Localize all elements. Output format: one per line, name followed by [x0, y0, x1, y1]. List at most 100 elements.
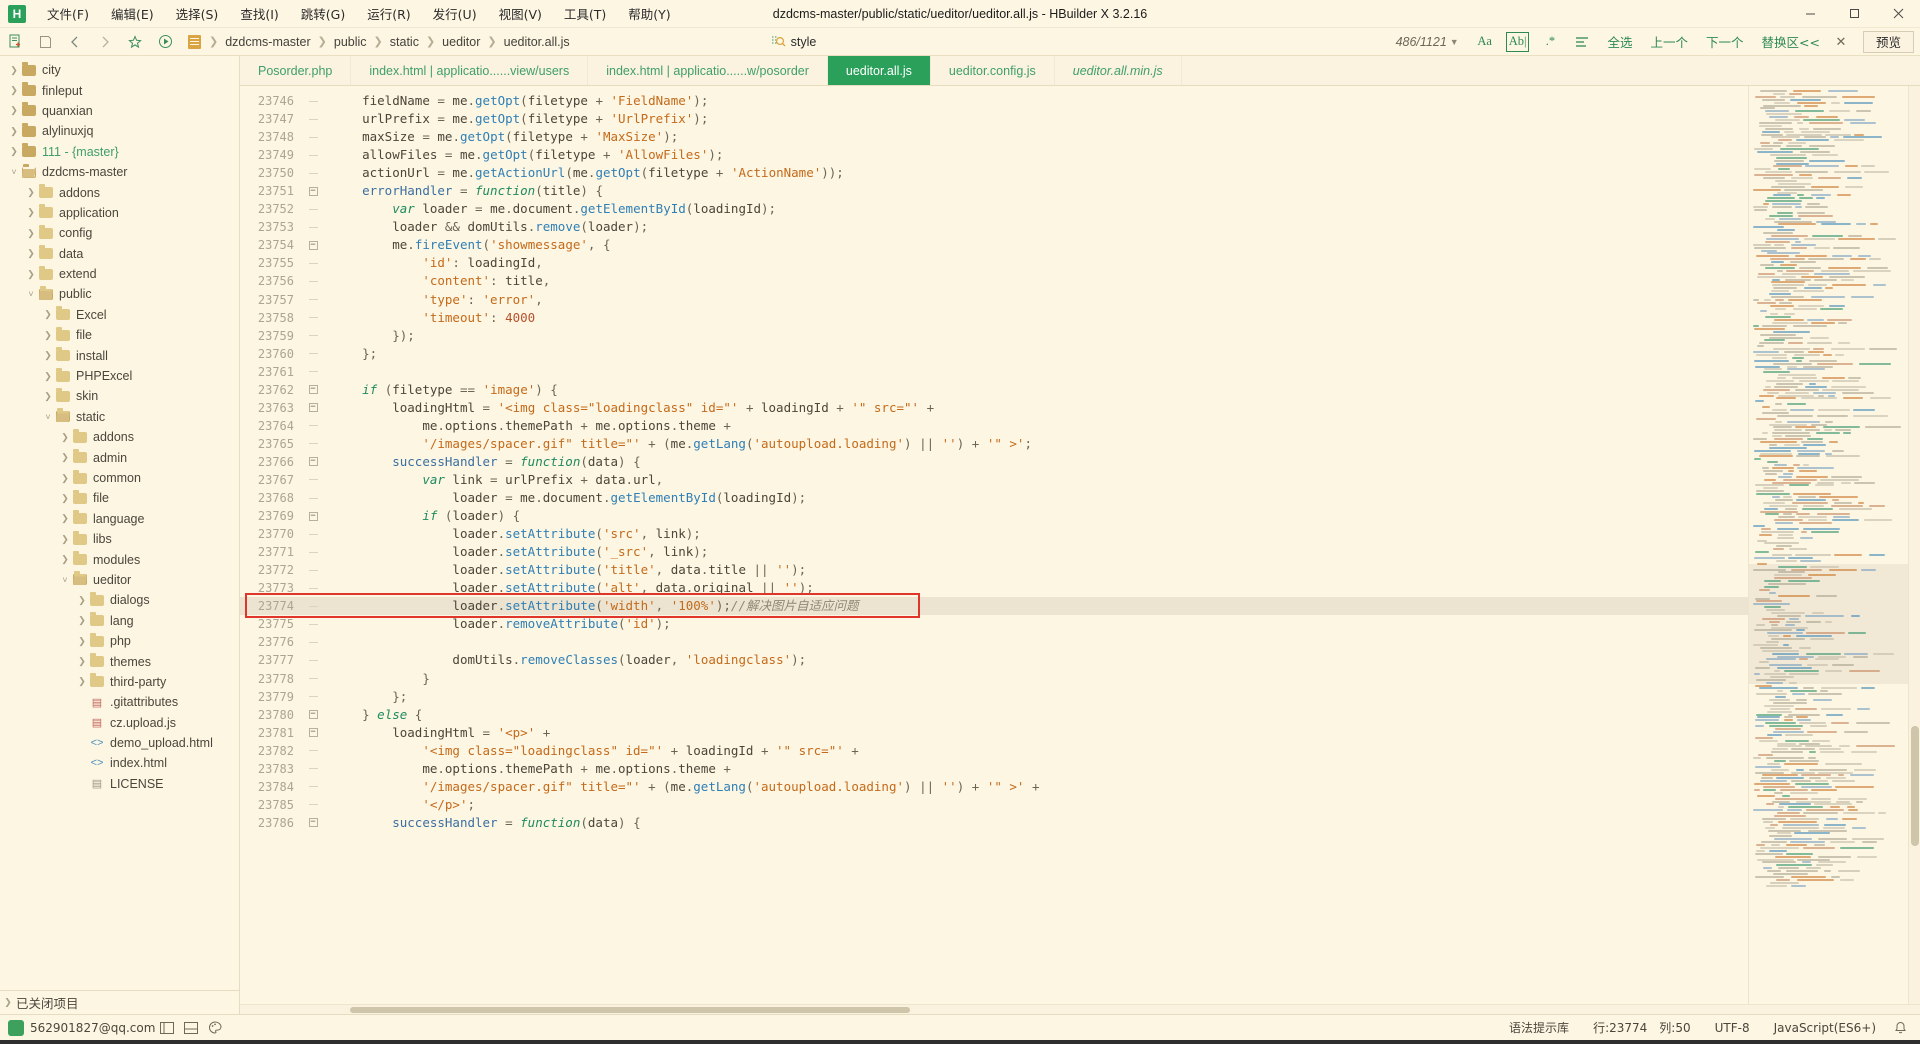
chevron-right-icon[interactable]: ❯ — [40, 309, 56, 320]
tree-item-index-html[interactable]: ❯<>index.html — [0, 753, 239, 773]
search-in-selection-icon[interactable] — [1571, 32, 1593, 52]
menu-item-select[interactable]: 选择(S) — [165, 0, 230, 27]
tree-item-install[interactable]: ❯ install — [0, 345, 239, 365]
fold-toggle[interactable]: − — [302, 814, 324, 832]
code-line[interactable]: loadingHtml = '<img class="loadingclass"… — [324, 399, 1748, 417]
new-file-icon[interactable] — [0, 29, 30, 55]
code-line[interactable]: me.fireEvent('showmessage', { — [324, 236, 1748, 254]
chevron-right-icon[interactable]: ❯ — [23, 187, 39, 198]
tree-item-modules[interactable]: ❯ modules — [0, 549, 239, 569]
chevron-right-icon[interactable]: ❯ — [57, 473, 73, 484]
code-line[interactable]: if (loader) { — [324, 507, 1748, 525]
chevron-right-icon[interactable]: ❯ — [6, 146, 22, 157]
breadcrumb-item-1[interactable]: public — [331, 35, 370, 49]
code-line[interactable]: if (filetype == 'image') { — [324, 381, 1748, 399]
editor-tab-3[interactable]: ueditor.all.js — [827, 56, 931, 85]
chevron-down-icon[interactable]: ˅ — [40, 412, 56, 422]
tree-item-license[interactable]: ❯▤LICENSE — [0, 774, 239, 794]
tree-item-alylinuxjq[interactable]: ❯ alylinuxjq — [0, 121, 239, 141]
tree-item-themes[interactable]: ❯ themes — [0, 651, 239, 671]
editor-tab-2[interactable]: index.html | applicatio......w/posorder — [588, 56, 828, 85]
cursor-row[interactable]: 行:23774 — [1581, 1019, 1659, 1036]
whole-word-button[interactable]: Ab| — [1505, 31, 1530, 52]
code-line[interactable]: '/images/spacer.gif" title="' + (me.getL… — [324, 435, 1748, 453]
menu-item-run[interactable]: 运行(R) — [356, 0, 421, 27]
tree-item-finleput[interactable]: ❯ finleput — [0, 80, 239, 100]
code-line[interactable]: loader && domUtils.remove(loader); — [324, 218, 1748, 236]
chevron-down-icon[interactable]: ˅ — [57, 575, 73, 585]
code-line[interactable]: '<img class="loadingclass" id="' + loadi… — [324, 742, 1748, 760]
code-line[interactable]: loader.removeAttribute('id'); — [324, 615, 1748, 633]
menu-item-goto[interactable]: 跳转(G) — [290, 0, 356, 27]
back-icon[interactable] — [60, 29, 90, 55]
code-line[interactable]: urlPrefix = me.getOpt(filetype + 'UrlPre… — [324, 110, 1748, 128]
code-line[interactable]: domUtils.removeClasses(loader, 'loadingc… — [324, 651, 1748, 669]
chevron-right-icon[interactable]: ❯ — [6, 126, 22, 137]
chevron-right-icon[interactable]: ❯ — [40, 330, 56, 341]
fold-toggle[interactable]: − — [302, 706, 324, 724]
code-line[interactable]: actionUrl = me.getActionUrl(me.getOpt(fi… — [324, 164, 1748, 182]
vertical-scrollbar-thumb[interactable] — [1911, 726, 1919, 846]
code-line[interactable]: var loader = me.document.getElementById(… — [324, 200, 1748, 218]
menu-item-edit[interactable]: 编辑(E) — [100, 0, 165, 27]
cursor-column[interactable]: 列:50 — [1659, 1019, 1702, 1036]
code-line[interactable]: loadingHtml = '<p>' + — [324, 724, 1748, 742]
menu-item-tools[interactable]: 工具(T) — [553, 0, 617, 27]
maximize-button[interactable] — [1832, 0, 1876, 27]
code-line[interactable]: } — [324, 670, 1748, 688]
tree-item-city[interactable]: ❯ city — [0, 60, 239, 80]
match-case-button[interactable]: Aa — [1474, 32, 1496, 52]
menu-item-find[interactable]: 查找(I) — [229, 0, 289, 27]
breadcrumb-item-2[interactable]: static — [387, 35, 422, 49]
tree-item-admin[interactable]: ❯ admin — [0, 447, 239, 467]
tree-item-phpexcel[interactable]: ❯ PHPExcel — [0, 366, 239, 386]
fold-toggle[interactable]: − — [302, 453, 324, 471]
tree-item-dialogs[interactable]: ❯ dialogs — [0, 590, 239, 610]
chevron-right-icon[interactable]: ❯ — [74, 636, 90, 647]
editor-tab-0[interactable]: Posorder.php — [240, 56, 352, 85]
horizontal-scrollbar-thumb[interactable] — [350, 1007, 910, 1013]
list-icon[interactable] — [155, 1021, 179, 1034]
tree-item-addons[interactable]: ❯ addons — [0, 427, 239, 447]
tree-item-demo-upload-html[interactable]: ❯<>demo_upload.html — [0, 733, 239, 753]
code-line[interactable]: successHandler = function(data) { — [324, 814, 1748, 832]
find-input[interactable]: style — [789, 35, 817, 49]
chevron-right-icon[interactable]: ❯ — [40, 350, 56, 361]
editor-tab-bar[interactable]: Posorder.php index.html | applicatio.....… — [240, 56, 1920, 86]
tree-item-ueditor[interactable]: ˅ ueditor — [0, 570, 239, 590]
chevron-right-icon[interactable]: ❯ — [23, 207, 39, 218]
menu-item-help[interactable]: 帮助(Y) — [617, 0, 681, 27]
find-previous-button[interactable]: 上一个 — [1644, 32, 1696, 52]
code-line[interactable]: 'content': title, — [324, 272, 1748, 290]
menu-item-publish[interactable]: 发行(U) — [422, 0, 488, 27]
tree-item-language[interactable]: ❯ language — [0, 509, 239, 529]
forward-icon[interactable] — [90, 29, 120, 55]
tree-item-third-party[interactable]: ❯ third-party — [0, 672, 239, 692]
breadcrumb-item-4[interactable]: ueditor.all.js — [501, 35, 573, 49]
close-button[interactable] — [1876, 0, 1920, 27]
fold-toggle[interactable]: − — [302, 399, 324, 417]
tree-item-extend[interactable]: ❯ extend — [0, 264, 239, 284]
code-content[interactable]: fieldName = me.getOpt(filetype + 'FieldN… — [324, 86, 1748, 1004]
fold-toggle[interactable]: − — [302, 724, 324, 742]
tree-item-quanxian[interactable]: ❯ quanxian — [0, 101, 239, 121]
code-line[interactable]: successHandler = function(data) { — [324, 453, 1748, 471]
fold-toggle[interactable]: − — [302, 236, 324, 254]
code-line[interactable]: loader.setAttribute('alt', data.original… — [324, 579, 1748, 597]
chevron-right-icon[interactable]: ❯ — [6, 85, 22, 96]
code-line[interactable]: loader.setAttribute('width', '100%');//解… — [324, 597, 1748, 616]
panel-icon[interactable] — [179, 1021, 203, 1034]
code-line[interactable]: 'id': loadingId, — [324, 254, 1748, 272]
code-line[interactable]: allowFiles = me.getOpt(filetype + 'Allow… — [324, 146, 1748, 164]
tree-item-111-master-[interactable]: ❯ 111 - {master} — [0, 142, 239, 162]
breadcrumb-item-0[interactable]: dzdcms-master — [222, 35, 313, 49]
code-editor[interactable]: 23746 23747 23748 23749 23750 23751 23752 23753… — [240, 86, 1920, 1004]
tree-item-public[interactable]: ˅ public — [0, 284, 239, 304]
toggle-replace-button[interactable]: 替换区<< — [1755, 32, 1827, 52]
file-tree[interactable]: ❯ city ❯ finleput ❯ quanxian ❯ alylinuxjq ❯ 111 -… — [0, 56, 239, 990]
chevron-right-icon[interactable]: ❯ — [23, 248, 39, 259]
star-icon[interactable] — [120, 29, 150, 55]
minimize-button[interactable] — [1788, 0, 1832, 27]
chevron-right-icon[interactable]: ❯ — [74, 595, 90, 606]
tree-item-file[interactable]: ❯ file — [0, 325, 239, 345]
